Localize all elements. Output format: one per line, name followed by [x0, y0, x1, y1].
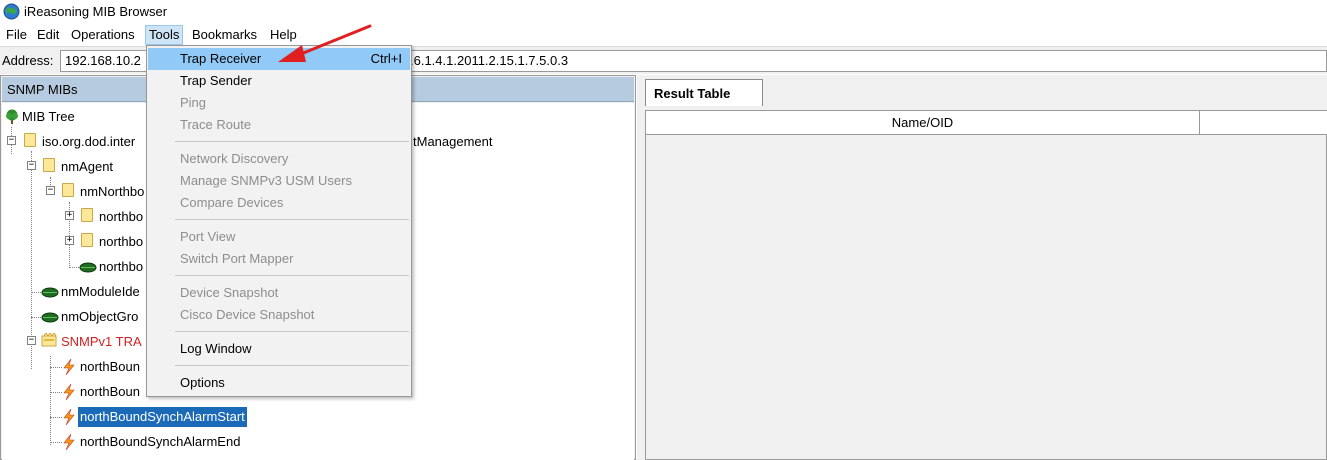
annotation-arrow-icon	[278, 24, 372, 62]
tree-node-northbo-2[interactable]: northbo	[97, 232, 145, 252]
expand-icon[interactable]: +	[65, 211, 74, 220]
tab-result-table[interactable]: Result Table	[645, 79, 763, 106]
collapse-icon[interactable]: −	[46, 186, 55, 195]
folder-icon	[43, 158, 55, 172]
menu-item-manage-usm-users: Manage SNMPv3 USM Users	[180, 173, 352, 188]
tree-node-northbo-1[interactable]: northbo	[97, 207, 145, 227]
tree-node-nmagent[interactable]: nmAgent	[59, 157, 115, 177]
menu-item-device-snapshot: Device Snapshot	[180, 285, 279, 300]
tree-node-northbo-3[interactable]: northbo	[97, 257, 145, 277]
tree-node-nmmoduleide[interactable]: nmModuleIde	[59, 282, 142, 302]
menu-separator	[175, 275, 409, 276]
leaf-icon	[79, 262, 97, 273]
window-title: iReasoning MIB Browser	[24, 4, 168, 19]
menu-bookmarks[interactable]: Bookmarks	[189, 25, 260, 45]
menu-item-switch-port-mapper: Switch Port Mapper	[180, 251, 294, 266]
tree-node-nmobjectgro[interactable]: nmObjectGro	[59, 307, 140, 327]
menu-separator	[175, 219, 409, 220]
menu-bar: File Edit Operations Tools Bookmarks Hel…	[0, 24, 1327, 46]
menu-item-port-view: Port View	[180, 229, 236, 244]
menu-tools[interactable]: Tools	[145, 25, 184, 45]
trap-icon	[63, 434, 75, 450]
leaf-icon	[41, 312, 59, 323]
menu-item-log-window[interactable]: Log Window	[148, 338, 410, 360]
collapse-icon[interactable]: −	[27, 161, 36, 170]
menu-item-trap-sender[interactable]: Trap Sender	[148, 70, 410, 92]
address-label: Address:	[2, 53, 54, 68]
trap-icon	[63, 359, 75, 375]
menu-edit[interactable]: Edit	[34, 25, 62, 45]
trap-icon	[63, 409, 75, 425]
column-name-oid[interactable]: Name/OID	[646, 111, 1200, 134]
menu-item-options[interactable]: Options	[148, 372, 410, 394]
trap-folder-icon	[41, 333, 57, 347]
tree-node-trap-synch-start[interactable]: northBoundSynchAlarmStart	[78, 407, 247, 427]
globe-icon	[3, 3, 20, 20]
tree-node-trap-1[interactable]: northBoun	[78, 357, 142, 377]
folder-icon	[24, 133, 36, 147]
title-bar: iReasoning MIB Browser	[0, 0, 1327, 24]
folder-icon	[81, 208, 93, 222]
menu-item-cisco-device-snapshot: Cisco Device Snapshot	[180, 307, 315, 322]
folder-icon	[62, 183, 74, 197]
tree-node-root[interactable]: MIB Tree	[4, 107, 77, 127]
collapse-icon[interactable]: −	[27, 336, 36, 345]
menu-separator	[175, 331, 409, 332]
trap-icon	[63, 384, 75, 400]
menu-operations[interactable]: Operations	[68, 25, 138, 45]
menu-item-ping: Ping	[180, 95, 207, 110]
menu-file[interactable]: File	[3, 25, 30, 45]
tree-node-trap-2[interactable]: northBoun	[78, 382, 142, 402]
address-value: 192.168.10.2	[65, 53, 141, 68]
tree-node-nmnorthbo[interactable]: nmNorthbo	[78, 182, 146, 202]
menu-separator	[175, 365, 409, 366]
oid-value: .6.1.4.1.2011.2.15.1.7.5.0.3	[410, 53, 569, 68]
tools-menu-dropdown: Trap Receiver Ctrl+I Trap Sender Ping Tr…	[146, 45, 412, 397]
menu-item-network-discovery: Network Discovery	[180, 151, 289, 166]
result-grid[interactable]: Name/OID	[645, 110, 1327, 460]
menu-separator	[175, 141, 409, 142]
menu-item-compare-devices: Compare Devices	[180, 195, 284, 210]
tree-node-snmpv1-traps[interactable]: SNMPv1 TRA	[59, 332, 144, 352]
menu-item-trace-route: Trace Route	[180, 117, 252, 132]
folder-icon	[81, 233, 93, 247]
expand-icon[interactable]: +	[65, 236, 74, 245]
result-panel: Result Table Name/OID	[637, 75, 1327, 460]
tree-node-iso-tail: tManagement	[413, 134, 493, 149]
collapse-icon[interactable]: −	[7, 136, 16, 145]
tree-node-iso[interactable]: iso.org.dod.inter	[40, 132, 137, 152]
grid-header: Name/OID	[646, 111, 1327, 135]
tree-node-trap-synch-end[interactable]: northBoundSynchAlarmEnd	[78, 432, 242, 452]
tree-icon	[6, 109, 18, 124]
leaf-icon	[41, 287, 59, 298]
